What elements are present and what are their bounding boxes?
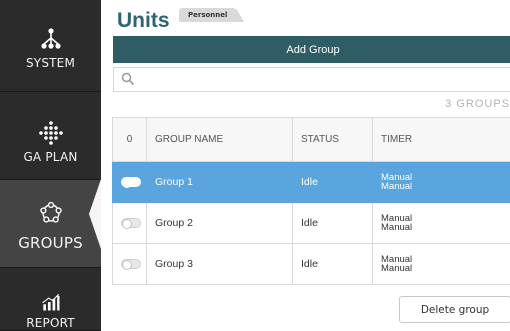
page-title: Units — [117, 9, 170, 32]
group-ring-icon — [39, 201, 62, 223]
group-toggle[interactable] — [121, 177, 141, 189]
sidebar-item-label: GROUPS — [18, 234, 83, 252]
group-name-cell: Group 3 — [146, 243, 293, 285]
table-row[interactable]: Group 1 Idle Manual Manual — [112, 161, 510, 203]
sidebar-item-label: REPORT — [26, 316, 75, 330]
group-name-cell: Group 1 — [146, 161, 293, 203]
bar-chart-icon — [41, 293, 59, 311]
group-toggle[interactable] — [121, 259, 141, 271]
sidebar-item-ga-plan[interactable]: GA PLAN — [0, 92, 101, 180]
row-toggle-cell — [112, 161, 147, 203]
column-header-group-name[interactable]: GROUP NAME — [146, 117, 293, 162]
timer-cell: Manual Manual — [372, 161, 510, 203]
network-tree-icon — [40, 28, 61, 49]
search-bar — [113, 67, 510, 92]
column-header-toggle[interactable]: 0 — [112, 117, 147, 162]
group-name-cell: Group 2 — [146, 202, 293, 244]
table-row[interactable]: Group 3 Idle Manual Manual — [112, 243, 510, 285]
table-header-row: 0 GROUP NAME STATUS TIMER — [112, 117, 510, 162]
timer-line: Manual — [381, 181, 413, 192]
search-icon — [121, 72, 135, 86]
sidebar-item-label: GA PLAN — [23, 150, 78, 164]
main-panel: Units Personnel Add Group 3 GROUPS 0 GRO… — [101, 0, 510, 331]
status-cell: Idle — [292, 243, 373, 285]
header: Units Personnel — [101, 0, 510, 36]
table-row[interactable]: Group 2 Idle Manual Manual — [112, 202, 510, 244]
group-toggle[interactable] — [121, 218, 141, 230]
sidebar-item-label: SYSTEM — [25, 56, 76, 70]
sidebar-item-report[interactable]: REPORT — [0, 268, 101, 331]
column-header-timer[interactable]: TIMER — [372, 117, 510, 162]
delete-group-button[interactable]: Delete group — [399, 296, 510, 323]
add-group-button[interactable]: Add Group — [113, 36, 510, 63]
column-header-status[interactable]: STATUS — [292, 117, 373, 162]
row-toggle-cell — [112, 243, 147, 285]
status-cell: Idle — [292, 161, 373, 203]
grid-dots-icon — [38, 121, 63, 145]
timer-cell: Manual Manual — [372, 202, 510, 244]
row-toggle-cell — [112, 202, 147, 244]
timer-line: Manual — [381, 263, 413, 274]
sidebar-item-groups[interactable]: GROUPS — [0, 180, 101, 268]
timer-line: Manual — [381, 222, 413, 233]
sidebar-item-system[interactable]: SYSTEM — [0, 0, 101, 92]
search-input[interactable] — [142, 70, 502, 89]
timer-cell: Manual Manual — [372, 243, 510, 285]
group-count-label: 3 GROUPS — [445, 98, 510, 110]
groups-table: 0 GROUP NAME STATUS TIMER Group 1 Idle M… — [112, 117, 510, 285]
tab-personnel[interactable]: Personnel — [179, 8, 245, 22]
sidebar: SYSTEM GA PLAN GROUPS REPORT — [0, 0, 101, 331]
status-cell: Idle — [292, 202, 373, 244]
